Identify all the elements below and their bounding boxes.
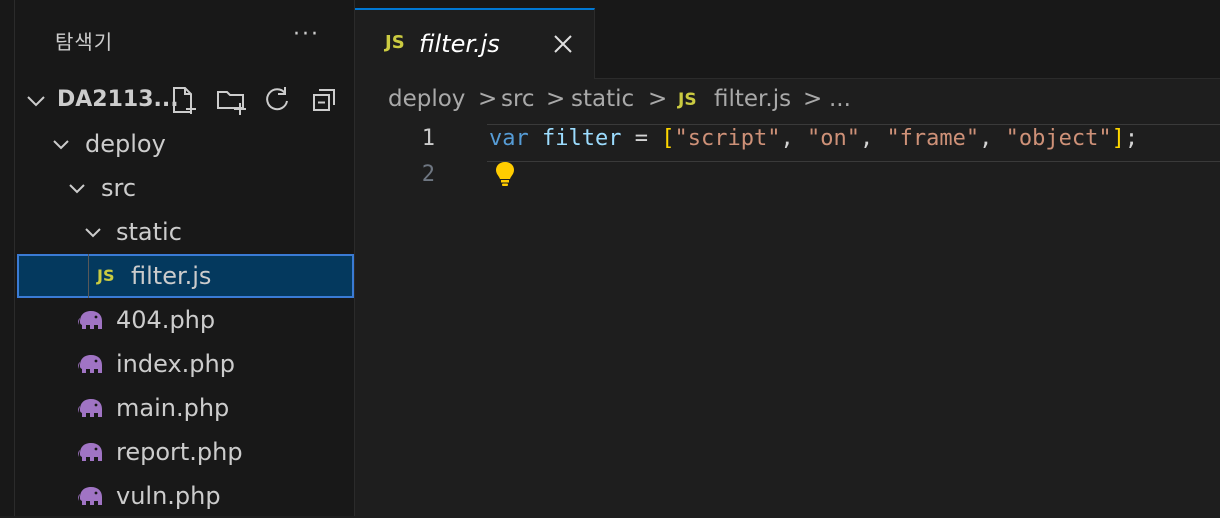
tree-folder-static[interactable]: static — [15, 210, 354, 254]
new-folder-icon[interactable] — [215, 84, 247, 116]
chevron-down-icon — [69, 184, 85, 194]
close-icon[interactable] — [551, 32, 575, 56]
tree-label-deploy: deploy — [85, 130, 166, 158]
chevron-right-icon: > — [803, 86, 823, 112]
php-elephant-icon — [78, 443, 102, 461]
token-comma: , — [780, 126, 807, 151]
collapse-all-icon[interactable] — [309, 84, 341, 116]
lightbulb-icon[interactable] — [493, 160, 517, 188]
breadcrumb-item-symbols[interactable]: ... — [829, 86, 851, 112]
explorer-title: 탐색기 — [55, 30, 114, 54]
refresh-icon[interactable] — [261, 84, 293, 116]
tab-title: filter.js — [419, 30, 500, 58]
breadcrumb-item-filter-js[interactable]: filter.js — [714, 86, 791, 112]
tree-label-static: static — [116, 218, 182, 246]
token-string: "frame" — [886, 126, 980, 151]
tab-filter-js[interactable]: JS filter.js — [355, 8, 595, 79]
token-keyword: var — [489, 126, 529, 151]
tree-file-php[interactable]: vuln.php — [15, 474, 354, 518]
chevron-right-icon: > — [648, 86, 668, 112]
tree-label-filter-js: filter.js — [131, 262, 212, 290]
tree-file-php[interactable]: index.php — [15, 342, 354, 386]
new-file-icon[interactable] — [167, 84, 199, 116]
token-string: "script" — [674, 126, 781, 151]
token-comma: , — [979, 126, 1006, 151]
php-elephant-icon — [78, 355, 102, 373]
code-line-1[interactable]: var filter = ["script", "on", "frame", "… — [489, 126, 1138, 151]
php-elephant-icon — [78, 399, 102, 417]
breadcrumb-item-deploy[interactable]: deploy — [388, 86, 465, 112]
tree-folder-deploy[interactable]: deploy — [15, 122, 354, 166]
tree-label-php: report.php — [116, 438, 243, 466]
line-number: 1 — [421, 126, 435, 151]
js-file-icon: JS — [97, 266, 115, 285]
tree-label-php: vuln.php — [116, 482, 221, 510]
tree-file-filter-js[interactable]: JS filter.js — [17, 254, 354, 298]
token-string: "on" — [806, 126, 860, 151]
js-file-icon: JS — [678, 90, 697, 110]
workspace-root-label: DA2113... — [57, 87, 179, 112]
token-string: "object" — [1005, 126, 1112, 151]
explorer-sidebar: 탐색기 ··· DA2113... deploy src static JS f… — [15, 0, 355, 516]
breadcrumb-item-static[interactable]: static — [571, 86, 634, 112]
token-bracket-close: ] — [1111, 126, 1125, 151]
php-elephant-icon — [78, 487, 102, 505]
token-semicolon: ; — [1124, 126, 1139, 151]
tree-file-php[interactable]: report.php — [15, 430, 354, 474]
tree-file-php[interactable]: 404.php — [15, 298, 354, 342]
tree-label-src: src — [101, 174, 137, 202]
editor-tab-bar: JS filter.js — [355, 8, 1220, 79]
tree-folder-src[interactable]: src — [15, 166, 354, 210]
workspace-root[interactable]: DA2113... — [15, 78, 354, 122]
php-elephant-icon — [78, 311, 102, 329]
chevron-down-icon — [53, 140, 69, 150]
chevron-right-icon: > — [546, 86, 566, 112]
indent-guide — [88, 254, 89, 298]
chevron-down-icon — [85, 228, 101, 238]
breadcrumb-item-src[interactable]: src — [501, 86, 535, 112]
activity-bar — [0, 0, 15, 516]
chevron-right-icon: > — [478, 86, 498, 112]
code-editor[interactable]: 1 2 var filter = ["script", "on", "frame… — [355, 120, 1220, 516]
token-operator: = — [621, 126, 662, 151]
line-number: 2 — [421, 162, 435, 187]
js-file-icon: JS — [385, 32, 405, 53]
tree-label-php: main.php — [116, 394, 230, 422]
chevron-down-icon — [27, 96, 45, 107]
tree-label-php: 404.php — [116, 306, 216, 334]
more-actions-icon[interactable]: ··· — [293, 22, 320, 47]
tree-file-php[interactable]: main.php — [15, 386, 354, 430]
tree-label-php: index.php — [116, 350, 235, 378]
token-comma: , — [859, 126, 887, 151]
token-bracket-open: [ — [661, 126, 675, 151]
token-identifier: filter — [542, 126, 622, 151]
